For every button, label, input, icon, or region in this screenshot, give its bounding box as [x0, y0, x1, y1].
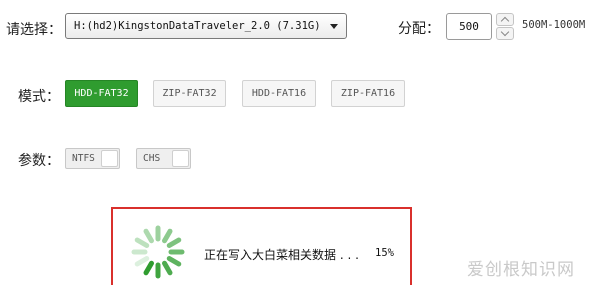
device-select[interactable]: H:(hd2)KingstonDataTraveler_2.0 (7.31G) — [65, 13, 347, 39]
spinner-bar — [143, 260, 154, 276]
spinner-bar — [162, 228, 173, 244]
allocation-input[interactable]: 500 — [446, 13, 492, 40]
chs-toggle-knob — [172, 150, 189, 167]
spinner-bar — [166, 256, 182, 267]
watermark-text: 爱创根知识网 — [467, 260, 575, 280]
device-select-value: H:(hd2)KingstonDataTraveler_2.0 (7.31G) — [74, 20, 321, 32]
mode-button-zip-fat16[interactable]: ZIP-FAT16 — [331, 80, 405, 107]
allocation-range: 500M-1000M — [522, 19, 586, 31]
decrement-arrow-icon[interactable] — [496, 27, 514, 40]
increment-arrow-icon[interactable] — [496, 13, 514, 26]
progress-percent: 15% — [375, 247, 394, 259]
chevron-down-icon[interactable] — [330, 24, 338, 29]
spinner-bar — [162, 260, 173, 276]
chs-toggle[interactable]: CHS — [136, 148, 191, 169]
spinner-bar — [134, 256, 150, 267]
ntfs-toggle-label: NTFS — [72, 153, 95, 164]
spinner-bar — [143, 228, 154, 244]
loading-spinner-icon — [131, 225, 185, 279]
mode-label: 模式： — [18, 89, 60, 105]
ntfs-toggle-knob — [101, 150, 118, 167]
allocation-label: 分配： — [398, 21, 440, 37]
ntfs-toggle[interactable]: NTFS — [65, 148, 120, 169]
mode-button-zip-fat32[interactable]: ZIP-FAT32 — [153, 80, 226, 107]
device-label: 请选择： — [6, 22, 62, 38]
spinner-bar — [134, 237, 150, 248]
mode-button-hdd-fat32[interactable]: HDD-FAT32 — [65, 80, 138, 107]
chs-toggle-label: CHS — [143, 153, 161, 164]
spinner-bar — [166, 237, 182, 248]
params-label: 参数： — [18, 153, 60, 169]
mode-button-hdd-fat16[interactable]: HDD-FAT16 — [242, 80, 316, 107]
progress-status-text: 正在写入大白菜相关数据 . . . — [204, 248, 359, 262]
